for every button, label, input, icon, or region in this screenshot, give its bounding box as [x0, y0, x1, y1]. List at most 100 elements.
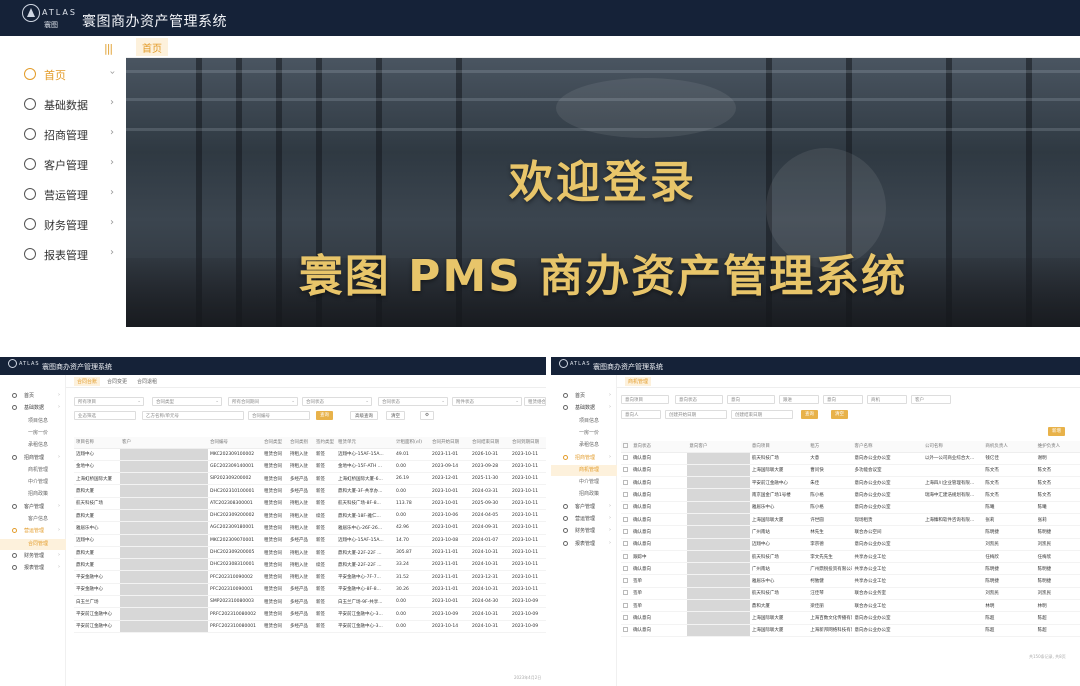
row-checkbox[interactable] [621, 550, 632, 564]
table-row[interactable]: 平安前江金融中心 PRFC202310080001 租赁合同 多经产品 新签 平安前江金融… [74, 620, 546, 633]
row-checkbox[interactable] [621, 624, 632, 637]
row-checkbox[interactable] [621, 574, 632, 588]
column-header[interactable]: 合同编号 [208, 437, 262, 449]
table-row[interactable]: 上海虹桥国际大厦 SIP202309200002 租赁合同 多经产品 新签 上海虹桥国际大… [74, 472, 546, 486]
filter-select[interactable]: 合同状态 ⌄ [378, 397, 448, 406]
mini-sidebar-subitem[interactable]: 合同管理 [0, 538, 66, 550]
mini-sidebar-item[interactable]: 营运管理 › [551, 514, 617, 525]
filter-select[interactable]: 商机 [867, 395, 907, 404]
column-header[interactable]: 意向客户 [687, 441, 750, 453]
row-checkbox[interactable] [621, 599, 632, 613]
mini-sidebar-subitem[interactable]: 项目信息 [551, 416, 617, 427]
mini-tab[interactable]: 商机管理 [625, 377, 652, 386]
sidebar-item-5[interactable]: 财务管理 › [0, 214, 126, 236]
filter-select[interactable]: 意向状态 [675, 395, 723, 404]
table-row[interactable]: 鼎和大厦 DHC202310100001 租赁合同 多经产品 新签 鼎和大厦-3F-共享办… [74, 484, 546, 498]
table-row[interactable]: 确认意向 广州南站 广州鼎锐投资有限公司 共享办公业工位 陈明捷 陈明捷 [621, 562, 1080, 576]
filter-select[interactable]: 附件状态 ⌄ [452, 397, 522, 406]
table-row[interactable]: 确认意向 平安前江金融中心 朱佳 意向办公业办公室 上海四川企业管理有限... 陈文杰 陈文… [621, 476, 1080, 490]
filter-select[interactable]: 合同类型 ⌄ [152, 397, 222, 406]
mini-sidebar-subitem[interactable]: 招商政策 [551, 489, 617, 500]
row-checkbox[interactable] [621, 488, 632, 502]
filter-select[interactable]: 意向项目 [621, 395, 669, 404]
advanced-search-button[interactable]: 高级查询 [350, 411, 378, 420]
mini-sidebar-subitem[interactable]: 招商政策 [0, 489, 66, 500]
table-row[interactable]: 签单 雅居乐中心 柯勉健 共享办公业工位 陈明捷 陈明捷 [621, 574, 1080, 588]
table-row[interactable]: 确认意向 广州南站 林先生 联合办公空间 陈明捷 陈明捷 [621, 525, 1080, 539]
row-checkbox[interactable] [621, 464, 632, 478]
table-row[interactable]: 雅居乐中心 AGC202309180001 租赁合同 持租入驻 新签 雅居乐中心-26F-… [74, 521, 546, 535]
column-header[interactable]: 客户名称 [852, 441, 923, 453]
filter-select[interactable]: 所有项目 ⌄ [74, 397, 144, 406]
column-header[interactable]: 意向状态 [631, 441, 688, 453]
mini-tab[interactable]: 合同台账 [74, 377, 101, 386]
filter-select[interactable]: 意向 [727, 395, 775, 404]
table-row[interactable]: 迈翔中心 MKC202309100002 租赁合同 持租入驻 新签 迈翔中心-15AF-1… [74, 448, 546, 461]
mini-sidebar-subitem[interactable]: 中介管理 [0, 477, 66, 488]
table-row[interactable]: 迈翔中心 MKC202309070001 租赁合同 多经产品 新签 迈翔中心-15AF-1… [74, 534, 546, 547]
mini-sidebar-item[interactable]: 首页 › [551, 391, 617, 402]
table-row[interactable]: 确认意向 上海国际联大厦 曹问快 多功能会议室 陈文杰 陈文杰 [621, 464, 1080, 478]
atlas-logo[interactable]: ATLAS 寰图 [20, 4, 75, 34]
column-header[interactable]: 项目名称 [74, 437, 120, 449]
tab-home[interactable]: 首页 [136, 38, 168, 56]
mini-sidebar-subitem[interactable]: 中介管理 [551, 477, 617, 488]
filter-select[interactable]: 意向 [823, 395, 863, 404]
row-checkbox[interactable] [621, 525, 632, 539]
mini-sidebar-subitem[interactable]: 商机管理 [0, 465, 66, 476]
add-button[interactable]: 新增 [1048, 427, 1065, 436]
table-row[interactable]: 金地中心 GEC202309140001 租赁合同 持租入驻 新签 金地中心-15F-AT… [74, 460, 546, 474]
search-button[interactable]: 查询 [316, 411, 333, 420]
row-checkbox[interactable] [621, 587, 632, 601]
filter-input[interactable]: 创建结束日期 [731, 410, 793, 419]
table-row[interactable]: 鼎和大厦 DHC202309200002 租赁合同 持租入驻 续签 鼎和大厦-18F-雅仁… [74, 509, 546, 523]
column-header[interactable]: 合同结束日期 [470, 437, 510, 449]
column-header[interactable]: 维护负责人 [1035, 441, 1080, 453]
table-row[interactable]: 平安金融中心 PFC202310090001 租赁合同 多经产品 新签 平安金融中心-8F… [74, 583, 546, 597]
mini-sidebar-subitem[interactable]: 承租信息 [0, 440, 66, 451]
table-row[interactable]: 跟踪中 航天科技广场 李文先先生 共享办公业工位 任梅欣 任梅欣 [621, 550, 1080, 564]
table-row[interactable]: 确认意向 雅居乐中心 陈小格 意向办公业办公室 陈曦 陈曦 [621, 501, 1080, 514]
column-header[interactable]: 合同开始日期 [430, 437, 470, 449]
mini-sidebar-item[interactable]: 基础数据 › [551, 403, 617, 414]
table-row[interactable]: 平安金融中心 PFC202310090002 租赁合同 持租入驻 新签 平安金融中心-7F… [74, 570, 546, 584]
mini-sidebar-item[interactable]: 报表管理 › [0, 563, 66, 574]
mini-sidebar-item[interactable]: 财务管理 › [0, 551, 66, 562]
clear-button[interactable]: 清空 [386, 411, 405, 420]
search-button[interactable]: 查询 [801, 410, 818, 419]
row-checkbox[interactable] [621, 501, 632, 514]
mini-sidebar-subitem[interactable]: 项目信息 [0, 416, 66, 427]
table-row[interactable]: 确认意向 上海国际联大厦上海新邦网络科技有限...意向办公业办公室 陈超陈超 [621, 624, 1080, 637]
row-checkbox[interactable] [621, 476, 632, 490]
column-header[interactable]: 意向项目 [749, 441, 809, 453]
table-row[interactable]: 确认意向 上海国际联大厦 许世圆 现场租赁 上海臻和软件咨询有限... 张莉 张莉 [621, 513, 1080, 527]
sidebar-item-3[interactable]: 客户管理 › [0, 154, 126, 176]
filter-select[interactable]: 所有合同期间 ⌄ [228, 397, 298, 406]
filter-select[interactable]: 合同状态 ⌄ [302, 397, 372, 406]
row-checkbox[interactable] [621, 513, 632, 527]
table-row[interactable]: 签单 鼎和大厦 梁佳丽 联合办公业工位 林明 林明 [621, 599, 1080, 613]
settings-icon[interactable]: ⚙ [420, 411, 435, 420]
table-row[interactable]: 确认意向 上海国际联大厦上海百数文化传播有限...意向办公业办公室 陈超陈超 [621, 611, 1080, 625]
collapse-menu-icon[interactable]: ||| [104, 42, 113, 55]
sidebar-item-1[interactable]: 基础数据 › [0, 94, 126, 116]
column-header[interactable]: 客户 [120, 437, 208, 449]
table-row[interactable]: 确认意向 航天科技广场 大意 意向办公业办公室 以外一公司商业综合大... 钱亿佳 谢明 [621, 452, 1080, 465]
table-row[interactable]: 鼎和大厦 DHC202309200005 租赁合同 持租入驻 新签 鼎和大厦-22F-22… [74, 546, 546, 560]
mini-sidebar-item[interactable]: 报表管理 › [551, 539, 617, 550]
mini-sidebar-subitem[interactable]: 一房一价 [0, 428, 66, 439]
filter-input[interactable]: 创建开始日期 [665, 410, 727, 419]
column-header[interactable]: 公司名称 [922, 441, 984, 453]
row-checkbox[interactable] [621, 538, 632, 551]
sidebar-item-6[interactable]: 报表管理 › [0, 244, 126, 266]
mini-sidebar-item[interactable]: 客户管理 › [551, 502, 617, 513]
mini-sidebar-item[interactable]: 财务管理 › [551, 526, 617, 537]
filter-input[interactable]: 合同编号 [248, 411, 310, 420]
filter-select[interactable]: 客户 [911, 395, 951, 404]
sidebar-item-2[interactable]: 招商管理 › [0, 124, 126, 146]
mini-sidebar-item[interactable]: 招商管理 › [0, 453, 66, 464]
table-row[interactable]: 白玉兰广场 SMP202310080003 租赁合同 多经产品 新签 白玉兰广场-9F-共… [74, 595, 546, 609]
mini-sidebar-subitem[interactable]: 承租信息 [551, 440, 617, 451]
mini-sidebar-item[interactable]: 营运管理 › [0, 526, 66, 537]
sidebar-item-4[interactable]: 营运管理 › [0, 184, 126, 206]
